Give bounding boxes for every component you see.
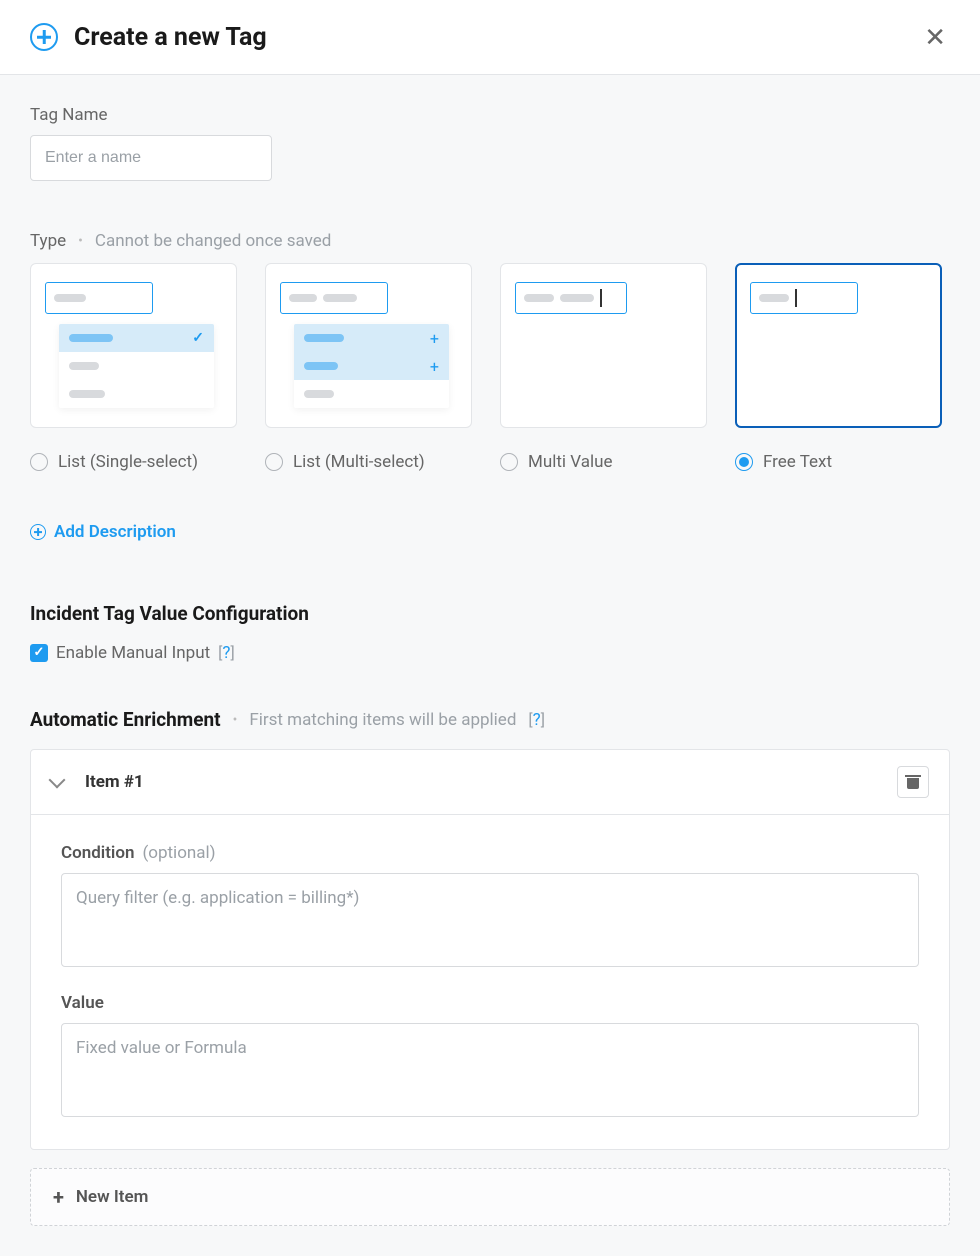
type-options: ✓ List (Single-select) (30, 263, 950, 472)
type-option-multi-value[interactable]: Multi Value (500, 263, 707, 472)
enable-manual-input-label: Enable Manual Input (56, 643, 210, 663)
radio-multi-select[interactable]: List (Multi-select) (265, 452, 472, 472)
close-button[interactable]: ✕ (920, 20, 950, 54)
type-label: Type (30, 231, 66, 251)
placeholder-pill (560, 294, 594, 302)
preview-dropdown-row: ✓ (59, 324, 214, 352)
help-link[interactable]: ? (533, 710, 541, 730)
enrichment-title: Automatic Enrichment (30, 708, 221, 731)
preview-input (515, 282, 627, 314)
bracket-close: ] (541, 710, 545, 729)
plus-icon: + (430, 329, 439, 348)
type-option-free-text[interactable]: Free Text (735, 263, 942, 472)
preview-dropdown-row: + (294, 352, 449, 380)
pill-icon (69, 390, 105, 398)
radio-free-text[interactable]: Free Text (735, 452, 942, 472)
item-title: Item #1 (85, 772, 144, 792)
value-config-title: Incident Tag Value Configuration (30, 602, 950, 625)
enrichment-item-body: Condition (optional) Value (31, 815, 949, 1149)
tag-name-input[interactable] (30, 135, 272, 181)
modal-content: Tag Name Type • Cannot be changed once s… (0, 75, 980, 1256)
radio-label: Free Text (763, 452, 832, 472)
radio-label: List (Single-select) (58, 452, 198, 472)
new-item-button[interactable]: + New Item (30, 1168, 950, 1226)
delete-item-button[interactable] (897, 766, 929, 798)
cursor-icon (795, 289, 797, 307)
preview-dropdown-row: + (294, 324, 449, 352)
check-icon: ✓ (192, 330, 204, 346)
pill-icon (69, 334, 113, 342)
header-left: Create a new Tag (30, 23, 267, 52)
plus-circle-icon (30, 524, 46, 540)
condition-input[interactable] (61, 873, 919, 967)
radio-label: List (Multi-select) (293, 452, 425, 472)
condition-label: Condition (61, 843, 134, 863)
radio-icon (30, 453, 48, 471)
preview-input (280, 282, 388, 314)
enrichment-item: Item #1 Condition (optional) Value (30, 749, 950, 1150)
type-hint: Cannot be changed once saved (95, 231, 331, 251)
type-preview-multi-select: + + (265, 263, 472, 428)
preview-dropdown: ✓ (59, 324, 214, 408)
preview-dropdown-row (59, 352, 214, 380)
plus-circle-icon (30, 23, 58, 51)
radio-icon (500, 453, 518, 471)
enable-manual-input-checkbox[interactable] (30, 644, 48, 662)
preview-input (45, 282, 153, 314)
radio-single-select[interactable]: List (Single-select) (30, 452, 237, 472)
type-preview-single-select: ✓ (30, 263, 237, 428)
preview-dropdown-row (294, 380, 449, 408)
condition-block: Condition (optional) (61, 843, 919, 971)
dot-separator: • (233, 712, 238, 728)
pill-icon (304, 334, 344, 342)
preview-dropdown-row (59, 380, 214, 408)
type-option-multi-select[interactable]: + + List (Multi-select) (265, 263, 472, 472)
help-wrapper: [?] (218, 643, 235, 663)
optional-label: (optional) (142, 843, 215, 863)
plus-icon: + (53, 1187, 64, 1207)
tag-name-label: Tag Name (30, 105, 950, 125)
add-description-button[interactable]: Add Description (30, 522, 950, 542)
enrichment-item-header: Item #1 (31, 750, 949, 815)
item-header-left: Item #1 (51, 772, 144, 792)
plus-icon: + (430, 357, 439, 376)
preview-input (750, 282, 858, 314)
radio-icon (265, 453, 283, 471)
value-input[interactable] (61, 1023, 919, 1117)
chevron-down-icon[interactable] (49, 772, 66, 789)
type-preview-multi-value (500, 263, 707, 428)
bracket-close: ] (230, 643, 234, 662)
type-preview-free-text (735, 263, 942, 428)
dot-separator: • (78, 233, 83, 249)
placeholder-pill (323, 294, 357, 302)
add-description-label: Add Description (54, 522, 176, 542)
pill-icon (304, 362, 338, 370)
value-block: Value (61, 993, 919, 1121)
radio-icon (735, 453, 753, 471)
placeholder-pill (759, 294, 789, 302)
modal-title: Create a new Tag (74, 23, 267, 52)
preview-dropdown: + + (294, 324, 449, 408)
type-section-header: Type • Cannot be changed once saved (30, 231, 950, 251)
radio-label: Multi Value (528, 452, 612, 472)
new-item-label: New Item (76, 1187, 148, 1207)
close-icon: ✕ (924, 22, 946, 52)
radio-multi-value[interactable]: Multi Value (500, 452, 707, 472)
enrichment-hint: First matching items will be applied (249, 710, 516, 730)
help-wrapper: [?] (528, 710, 545, 730)
enable-manual-input-row: Enable Manual Input [?] (30, 643, 950, 663)
placeholder-pill (289, 294, 317, 302)
modal-header: Create a new Tag ✕ (0, 0, 980, 75)
pill-icon (304, 390, 334, 398)
placeholder-pill (54, 294, 86, 302)
trash-icon (907, 775, 919, 789)
enrichment-header: Automatic Enrichment • First matching it… (30, 708, 950, 731)
value-label: Value (61, 993, 104, 1013)
type-option-single-select[interactable]: ✓ List (Single-select) (30, 263, 237, 472)
placeholder-pill (524, 294, 554, 302)
cursor-icon (600, 289, 602, 307)
pill-icon (69, 362, 99, 370)
